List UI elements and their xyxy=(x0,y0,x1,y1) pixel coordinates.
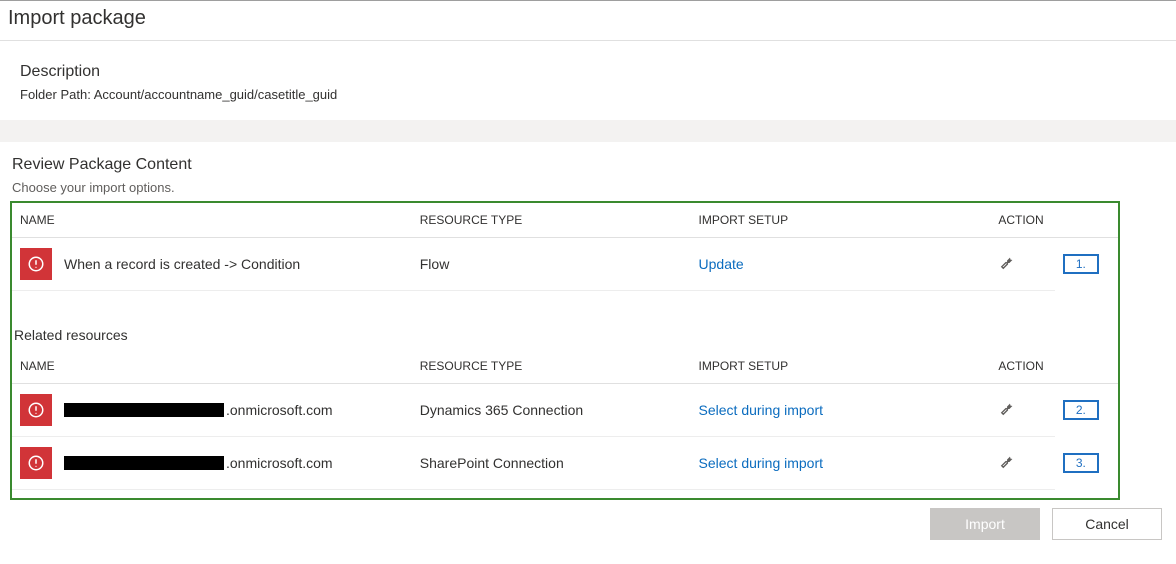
description-section: Description Folder Path: Account/account… xyxy=(0,41,1176,120)
package-content-highlight: NAME RESOURCE TYPE IMPORT SETUP ACTION W… xyxy=(10,201,1120,500)
error-icon xyxy=(20,447,52,479)
col-resource-type: RESOURCE TYPE xyxy=(412,349,691,384)
import-button[interactable]: Import xyxy=(930,508,1040,540)
review-section: Review Package Content Choose your impor… xyxy=(0,142,1176,195)
error-icon xyxy=(20,248,52,280)
folder-path: Folder Path: Account/accountname_guid/ca… xyxy=(20,87,1156,102)
configure-action[interactable] xyxy=(998,458,1016,474)
section-divider xyxy=(0,120,1176,142)
row-resource-type: Dynamics 365 Connection xyxy=(412,384,691,437)
redacted-name xyxy=(64,456,224,470)
footer-actions: Import Cancel xyxy=(0,500,1176,540)
review-title: Review Package Content xyxy=(10,156,1176,174)
col-name: NAME xyxy=(12,349,412,384)
row-resource-type: Flow xyxy=(412,238,691,291)
import-setup-link[interactable]: Select during import xyxy=(699,402,824,418)
configure-action[interactable] xyxy=(998,405,1016,421)
callout-badge: 2. xyxy=(1063,400,1099,420)
error-icon xyxy=(20,394,52,426)
col-action: ACTION xyxy=(990,349,1055,384)
row-domain: .onmicrosoft.com xyxy=(224,455,333,471)
title-bar: Import package xyxy=(0,0,1176,41)
import-setup-link[interactable]: Update xyxy=(699,256,744,272)
row-domain: .onmicrosoft.com xyxy=(224,402,333,418)
col-action: ACTION xyxy=(990,203,1055,238)
table-row: When a record is created -> Condition Fl… xyxy=(12,238,1118,291)
col-resource-type: RESOURCE TYPE xyxy=(412,203,691,238)
col-name: NAME xyxy=(12,203,412,238)
row-resource-type: SharePoint Connection xyxy=(412,437,691,490)
callout-badge: 1. xyxy=(1063,254,1099,274)
related-table: NAME RESOURCE TYPE IMPORT SETUP ACTION .… xyxy=(12,349,1118,490)
review-subtitle: Choose your import options. xyxy=(10,180,1176,195)
redacted-name xyxy=(64,403,224,417)
col-callout xyxy=(1055,203,1118,238)
row-name: When a record is created -> Condition xyxy=(64,256,300,272)
table-row: .onmicrosoft.com Dynamics 365 Connection… xyxy=(12,384,1118,437)
import-setup-link[interactable]: Select during import xyxy=(699,455,824,471)
cancel-button[interactable]: Cancel xyxy=(1052,508,1162,540)
col-import-setup: IMPORT SETUP xyxy=(691,203,991,238)
configure-action[interactable] xyxy=(998,259,1016,275)
related-title: Related resources xyxy=(12,327,1118,349)
callout-badge: 3. xyxy=(1063,453,1099,473)
col-import-setup: IMPORT SETUP xyxy=(691,349,991,384)
description-heading: Description xyxy=(20,63,1156,81)
table-row: .onmicrosoft.com SharePoint Connection S… xyxy=(12,437,1118,490)
col-callout xyxy=(1055,349,1118,384)
page-title: Import package xyxy=(8,7,1168,30)
package-table: NAME RESOURCE TYPE IMPORT SETUP ACTION W… xyxy=(12,203,1118,291)
